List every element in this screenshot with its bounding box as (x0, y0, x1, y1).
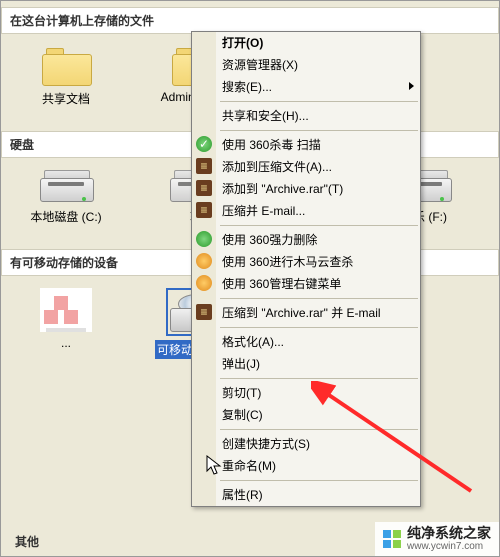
folder-shared-docs[interactable]: 共享文档 (21, 46, 111, 107)
section-files-header: 在这台计算机上存储的文件 (1, 7, 499, 34)
watermark-url: www.ycwin7.com (407, 541, 491, 552)
menu-item[interactable]: 弹出(J) (192, 353, 420, 375)
rar-icon: ≡ (196, 180, 212, 196)
menu-separator (220, 225, 418, 226)
menu-item[interactable]: 添加到压缩文件(A)...≡ (192, 156, 420, 178)
blurred-icon (40, 288, 92, 332)
section-other-cut: 其他 (15, 533, 39, 550)
menu-separator (220, 327, 418, 328)
rar-icon: ≡ (196, 304, 212, 320)
menu-item[interactable]: 使用 360进行木马云查杀 (192, 251, 420, 273)
submenu-arrow-icon (409, 82, 414, 90)
watermark-name: 纯净系统之家 (407, 526, 491, 541)
rar-icon: ≡ (196, 202, 212, 218)
menu-item[interactable]: 使用 360强力删除 (192, 229, 420, 251)
orange-icon (196, 275, 212, 291)
qing-icon (196, 231, 212, 247)
explorer-window: 在这台计算机上存储的文件 共享文档 Administrator 硬盘 本地磁盘 … (0, 0, 500, 557)
menu-item[interactable]: 压缩到 "Archive.rar" 并 E-mail≡ (192, 302, 420, 324)
removable-unknown[interactable]: ... (21, 288, 111, 359)
watermark-logo-icon (383, 530, 401, 548)
watermark: 纯净系统之家 www.ycwin7.com (375, 522, 499, 556)
folder-icon (42, 46, 90, 86)
menu-item[interactable]: 压缩并 E-mail...≡ (192, 200, 420, 222)
menu-item[interactable]: 打开(O) (192, 32, 420, 54)
menu-separator (220, 101, 418, 102)
menu-item[interactable]: 格式化(A)... (192, 331, 420, 353)
orange-icon (196, 253, 212, 269)
menu-item[interactable]: 资源管理器(X) (192, 54, 420, 76)
menu-item[interactable]: 搜索(E)... (192, 76, 420, 98)
drive-icon (40, 170, 92, 204)
menu-separator (220, 298, 418, 299)
drive-c[interactable]: 本地磁盘 (C:) (21, 170, 111, 225)
menu-item[interactable]: 添加到 "Archive.rar"(T)≡ (192, 178, 420, 200)
removable-label: ... (61, 336, 71, 350)
drive-label: 本地磁盘 (C:) (30, 208, 101, 225)
menu-item[interactable]: 使用 360杀毒 扫描✓ (192, 134, 420, 156)
menu-item[interactable]: 使用 360管理右键菜单 (192, 273, 420, 295)
shield-icon: ✓ (196, 136, 212, 152)
menu-item[interactable]: 共享和安全(H)... (192, 105, 420, 127)
menu-separator (220, 378, 418, 379)
annotation-arrow (311, 381, 481, 501)
cursor-icon (206, 455, 224, 477)
rar-icon: ≡ (196, 158, 212, 174)
menu-separator (220, 130, 418, 131)
folder-label: 共享文档 (42, 90, 90, 107)
